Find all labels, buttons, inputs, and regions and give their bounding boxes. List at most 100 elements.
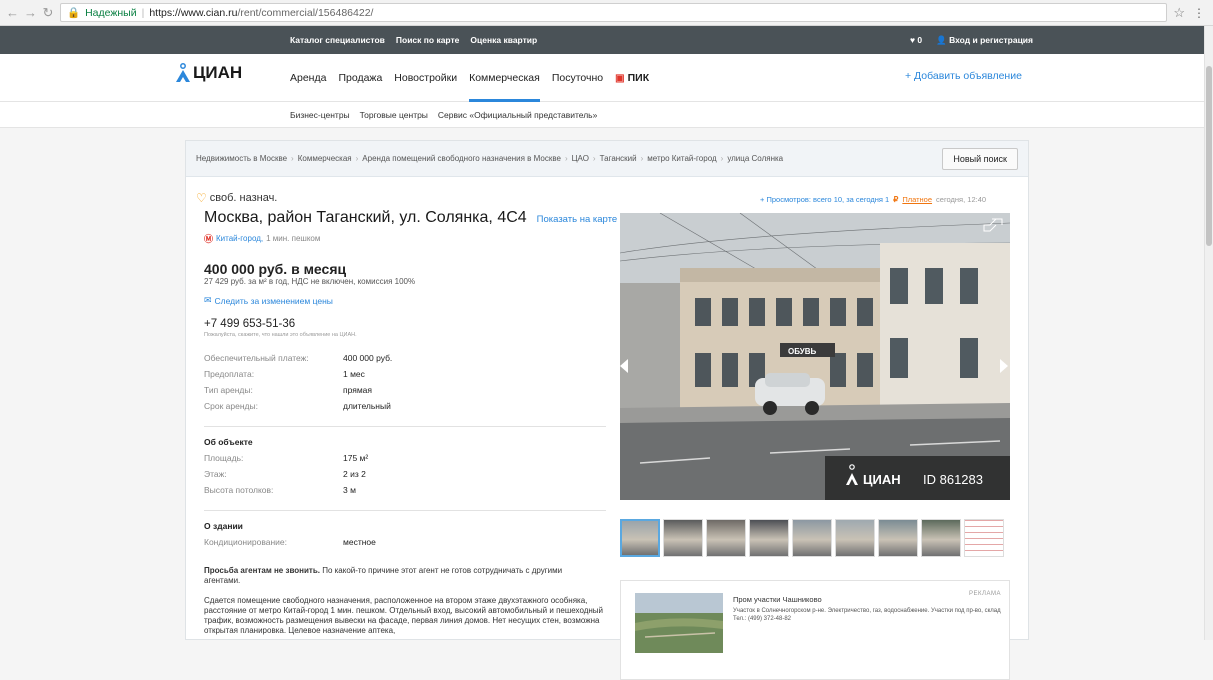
user-icon: 👤 xyxy=(936,34,947,45)
breadcrumb-item[interactable]: улица Солянка xyxy=(727,154,783,163)
views-link[interactable]: + Просмотров: всего 10, за сегодня 1 xyxy=(760,195,889,204)
property-value: 1 мес xyxy=(343,369,365,379)
login-link[interactable]: 👤 Вход и регистрация xyxy=(936,35,1033,46)
address-bar[interactable]: 🔒 Надежный | https://www.cian.ru/rent/co… xyxy=(60,3,1168,22)
show-on-map-link[interactable]: Показать на карте xyxy=(537,214,617,225)
metro-info: Ⓜ Китай-город, 1 мин. пешком xyxy=(204,232,606,245)
photo-thumbnail[interactable] xyxy=(620,519,660,557)
sub-links: Бизнес-центры Торговые центры Сервис «Оф… xyxy=(290,110,597,120)
menu-kebab-icon[interactable]: ⋮ xyxy=(1191,6,1207,20)
property-value: местное xyxy=(343,537,376,547)
breadcrumb-item[interactable]: Недвижимость в Москве xyxy=(196,154,287,163)
phone-number[interactable]: +7 499 653-51-36 xyxy=(204,318,606,330)
breadcrumb-item[interactable]: Коммерческая xyxy=(298,154,352,163)
property-label: Этаж: xyxy=(204,469,227,479)
url-text[interactable]: https://www.cian.ru/rent/commercial/1564… xyxy=(149,7,373,19)
property-row: Тип аренды: прямая xyxy=(204,382,606,398)
photo-thumbnail[interactable] xyxy=(921,519,961,557)
ad-block[interactable]: РЕКЛАМА Пром участки Чашниково Участок в… xyxy=(620,580,1010,680)
reload-icon[interactable]: ↻ xyxy=(42,5,54,21)
favorites-count: 0 xyxy=(917,34,923,45)
watermark-logo: ЦИАН xyxy=(863,472,901,487)
back-icon[interactable]: ← xyxy=(6,5,19,20)
pik-icon: ▣ xyxy=(615,72,625,84)
photo-thumbnail[interactable] xyxy=(835,519,875,557)
property-label: Тип аренды: xyxy=(204,385,253,395)
property-row: Площадь: 175 м² xyxy=(204,450,606,466)
photo-thumbnail[interactable] xyxy=(792,519,832,557)
divider xyxy=(204,426,606,427)
agent-warning: Просьба агентам не звонить. По какой-то … xyxy=(204,566,594,586)
photo-thumbnail[interactable] xyxy=(964,519,1004,557)
property-value: 175 м² xyxy=(343,453,369,463)
top-right: ♥ 0 👤 Вход и регистрация xyxy=(910,35,1033,46)
breadcrumb-separator-icon: › xyxy=(564,154,568,163)
top-link-map[interactable]: Поиск по карте xyxy=(396,35,460,45)
property-label: Площадь: xyxy=(204,453,244,463)
listing-address: Москва, район Таганский, ул. Солянка, 4С… xyxy=(204,209,527,226)
forward-icon[interactable]: → xyxy=(24,5,37,20)
stats-row: + Просмотров: всего 10, за сегодня 1 ₽ П… xyxy=(760,195,986,204)
sub-link-malls[interactable]: Торговые центры xyxy=(360,110,428,120)
new-search-button[interactable]: Новый поиск xyxy=(942,148,1018,170)
ad-title[interactable]: Пром участки Чашниково xyxy=(733,595,822,604)
photo-thumbnail[interactable] xyxy=(749,519,789,557)
nav-item-sale[interactable]: Продажа xyxy=(338,54,382,102)
favorite-heart-icon[interactable]: ♡ xyxy=(196,191,207,205)
cian-logo[interactable]: ЦИАН xyxy=(175,63,242,83)
shop-sign: ОБУВЬ xyxy=(788,347,817,356)
metro-station[interactable]: Китай-город, xyxy=(216,234,263,243)
property-label: Срок аренды: xyxy=(204,401,258,411)
envelope-icon: ✉ xyxy=(204,295,212,305)
url-separator: | xyxy=(141,6,145,19)
terms-list: Обеспечительный платеж: 400 000 руб. Предо… xyxy=(204,350,606,414)
main-photo[interactable]: ОБУВЬ ЦИАН ID 861283 xyxy=(620,213,1010,500)
breadcrumb-separator-icon: › xyxy=(592,154,596,163)
breadcrumb-separator-icon: › xyxy=(291,154,294,163)
top-link-valuation[interactable]: Оценка квартир xyxy=(470,35,537,45)
photo-thumbnail[interactable] xyxy=(878,519,918,557)
warning-bold: Просьба агентам не звонить. xyxy=(204,566,320,575)
property-row: Кондиционирование: местное xyxy=(204,534,606,550)
views-text: Просмотров: всего 10, за сегодня 1 xyxy=(766,195,890,204)
favorites-link[interactable]: ♥ 0 xyxy=(910,35,922,46)
scroll-thumb[interactable] xyxy=(1206,66,1212,246)
sub-nav: Бизнес-центры Торговые центры Сервис «Оф… xyxy=(0,102,1213,128)
nav-item-daily[interactable]: Посуточно xyxy=(552,54,603,102)
main-nav: ЦИАН Аренда Продажа Новостройки Коммерче… xyxy=(0,54,1213,102)
login-label: Вход и регистрация xyxy=(949,34,1033,45)
sub-link-business-centers[interactable]: Бизнес-центры xyxy=(290,110,350,120)
building-section-title: О здании xyxy=(204,521,243,531)
nav-item-pik[interactable]: ▣ ПИК xyxy=(615,54,649,102)
breadcrumb-separator-icon: › xyxy=(640,154,644,163)
page-scrollbar[interactable] xyxy=(1204,26,1213,640)
building-list: Кондиционирование: местное xyxy=(204,534,606,550)
property-label: Кондиционирование: xyxy=(204,537,287,547)
nav-item-commercial[interactable]: Коммерческая xyxy=(469,54,540,102)
follow-price-link[interactable]: ✉ Следить за изменением цены xyxy=(204,295,606,306)
ad-text: Участок в Солнечногорском р-не. Электрич… xyxy=(733,607,1003,623)
street-photo: ОБУВЬ ЦИАН ID 861283 xyxy=(620,213,1010,500)
add-ad-link[interactable]: + Добавить объявление xyxy=(905,70,1022,82)
ad-description: Участок в Солнечногорском р-не. Электрич… xyxy=(733,608,1001,614)
listing-details: ♡ своб. назнач. Москва, район Таганский,… xyxy=(186,177,617,636)
logo-text: ЦИАН xyxy=(193,63,243,82)
breadcrumb-item[interactable]: Таганский xyxy=(600,154,637,163)
object-section-title: Об объекте xyxy=(204,437,253,447)
sub-link-official-rep[interactable]: Сервис «Официальный представитель» xyxy=(438,110,597,120)
top-link-catalog[interactable]: Каталог специалистов xyxy=(290,35,385,45)
nav-item-newbuild[interactable]: Новостройки xyxy=(394,54,457,102)
paid-link[interactable]: Платное xyxy=(902,195,932,204)
url-host: https://www.cian.ru xyxy=(149,6,238,19)
object-list: Площадь: 175 м² Этаж: 2 из 2 Высота потолков… xyxy=(204,450,606,498)
photo-thumbnail[interactable] xyxy=(663,519,703,557)
price: 400 000 руб. в месяц xyxy=(204,261,347,277)
nav-item-rent[interactable]: Аренда xyxy=(290,54,326,102)
breadcrumb-item[interactable]: Аренда помещений свободного назначения в… xyxy=(362,154,561,163)
breadcrumb-item[interactable]: метро Китай-город xyxy=(647,154,716,163)
breadcrumb-item[interactable]: ЦАО xyxy=(572,154,589,163)
property-row: Обеспечительный платеж: 400 000 руб. xyxy=(204,350,606,366)
bookmark-star-icon[interactable]: ☆ xyxy=(1173,5,1185,21)
page-title: Москва, район Таганский, ул. Солянка, 4С… xyxy=(204,209,617,227)
photo-thumbnail[interactable] xyxy=(706,519,746,557)
